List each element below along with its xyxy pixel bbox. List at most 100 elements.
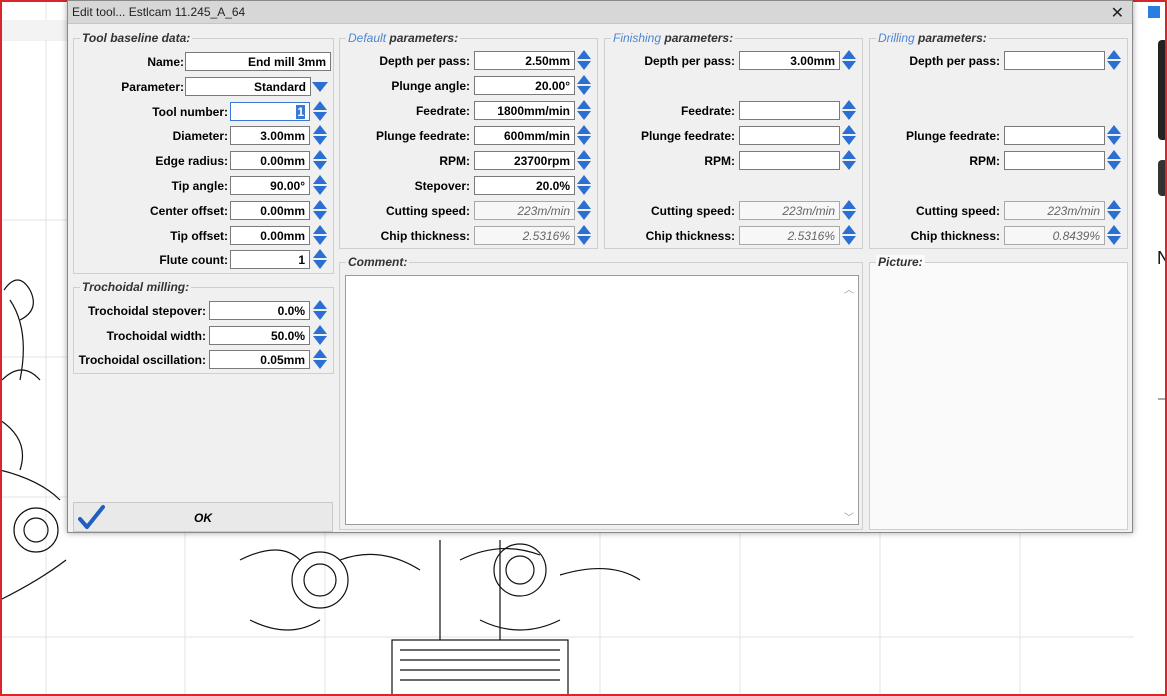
group-legend: Tool baseline data: bbox=[80, 31, 193, 45]
trochoidal-stepover-input[interactable]: 0.0% bbox=[209, 301, 310, 320]
trochoidal-oscillation-spinner[interactable] bbox=[312, 349, 328, 369]
edge-radius-input[interactable]: 0.00mm bbox=[230, 151, 310, 170]
ok-button[interactable]: OK bbox=[73, 502, 333, 532]
default-feedrate-spinner[interactable] bbox=[576, 100, 592, 120]
flute-count-label: Flute count: bbox=[159, 253, 228, 267]
flute-count-spinner[interactable] bbox=[312, 249, 328, 269]
scroll-down-icon[interactable]: ﹀ bbox=[844, 509, 854, 524]
tip-angle-label: Tip angle: bbox=[171, 179, 228, 193]
drilling-chip-spinner[interactable] bbox=[1106, 225, 1122, 245]
default-rpm-input[interactable]: 23700rpm bbox=[474, 151, 575, 170]
trochoidal-width-input[interactable]: 50.0% bbox=[209, 326, 310, 345]
trochoidal-stepover-spinner[interactable] bbox=[312, 300, 328, 320]
trochoidal-width-spinner[interactable] bbox=[312, 325, 328, 345]
center-offset-input[interactable]: 0.00mm bbox=[230, 201, 310, 220]
default-cutting-speed-spinner[interactable] bbox=[576, 200, 592, 220]
edge-radius-label: Edge radius: bbox=[155, 154, 228, 168]
group-legend: Default parameters: bbox=[346, 31, 461, 45]
drilling-plunge-feed-spinner[interactable] bbox=[1106, 125, 1122, 145]
default-depth-input[interactable]: 2.50mm bbox=[474, 51, 575, 70]
default-chip-label: Chip thickness: bbox=[380, 229, 470, 243]
diameter-input[interactable]: 3.00mm bbox=[230, 126, 310, 145]
tip-angle-input[interactable]: 90.00° bbox=[230, 176, 310, 195]
close-icon[interactable]: ✕ bbox=[1111, 3, 1124, 23]
edit-tool-dialog: Edit tool... Estlcam 11.245_A_64 ✕ Tool … bbox=[67, 0, 1133, 533]
drilling-rpm-input[interactable] bbox=[1004, 151, 1105, 170]
drilling-cutting-speed-spinner[interactable] bbox=[1106, 200, 1122, 220]
chevron-down-icon[interactable] bbox=[312, 82, 328, 92]
drilling-depth-spinner[interactable] bbox=[1106, 50, 1122, 70]
drilling-chip-value: 0.8439% bbox=[1004, 226, 1105, 245]
flute-count-input[interactable]: 1 bbox=[230, 250, 310, 269]
trochoidal-oscillation-input[interactable]: 0.05mm bbox=[209, 350, 310, 369]
default-stepover-spinner[interactable] bbox=[576, 175, 592, 195]
default-rpm-spinner[interactable] bbox=[576, 150, 592, 170]
default-depth-spinner[interactable] bbox=[576, 50, 592, 70]
finishing-plunge-feed-label: Plunge feedrate: bbox=[640, 129, 735, 143]
finishing-chip-label: Chip thickness: bbox=[645, 229, 735, 243]
drilling-plunge-feed-input[interactable] bbox=[1004, 126, 1105, 145]
center-offset-spinner[interactable] bbox=[312, 200, 328, 220]
app-icon bbox=[1148, 6, 1160, 18]
drilling-cutting-speed-value: 223m/min bbox=[1004, 201, 1105, 220]
drilling-depth-input[interactable] bbox=[1004, 51, 1105, 70]
default-feedrate-input[interactable]: 1800mm/min bbox=[474, 101, 575, 120]
finishing-rpm-spinner[interactable] bbox=[841, 150, 857, 170]
default-plunge-feed-spinner[interactable] bbox=[576, 125, 592, 145]
tip-offset-label: Tip offset: bbox=[170, 229, 228, 243]
default-feedrate-label: Feedrate: bbox=[415, 104, 470, 118]
legend-accent: Finishing bbox=[613, 31, 662, 45]
comment-group: Comment: ︿ ﹀ bbox=[339, 255, 863, 530]
tip-offset-spinner[interactable] bbox=[312, 225, 328, 245]
finishing-feedrate-input[interactable] bbox=[739, 101, 840, 120]
default-rpm-label: RPM: bbox=[439, 154, 470, 168]
default-plunge-angle-label: Plunge angle: bbox=[391, 79, 470, 93]
right-strip-letter: N bbox=[1157, 248, 1167, 268]
drilling-depth-label: Depth per pass: bbox=[909, 54, 1000, 68]
diameter-label: Diameter: bbox=[172, 129, 228, 143]
ok-label: OK bbox=[194, 511, 212, 525]
drilling-plunge-feed-label: Plunge feedrate: bbox=[905, 129, 1000, 143]
center-offset-label: Center offset: bbox=[149, 204, 228, 218]
finishing-depth-label: Depth per pass: bbox=[644, 54, 735, 68]
group-legend: Picture: bbox=[876, 255, 925, 269]
diameter-spinner[interactable] bbox=[312, 125, 328, 145]
finishing-chip-spinner[interactable] bbox=[841, 225, 857, 245]
finishing-depth-spinner[interactable] bbox=[841, 50, 857, 70]
tool-number-spinner[interactable] bbox=[312, 101, 328, 121]
default-chip-spinner[interactable] bbox=[576, 225, 592, 245]
default-chip-value: 2.5316% bbox=[474, 226, 575, 245]
finishing-feedrate-spinner[interactable] bbox=[841, 100, 857, 120]
default-stepover-input[interactable]: 20.0% bbox=[474, 176, 575, 195]
edge-radius-spinner[interactable] bbox=[312, 150, 328, 170]
tool-number-value: 1 bbox=[296, 105, 305, 119]
tip-offset-input[interactable]: 0.00mm bbox=[230, 226, 310, 245]
dark-panel-edge-2 bbox=[1158, 160, 1167, 196]
tip-angle-spinner[interactable] bbox=[312, 175, 328, 195]
scroll-up-icon[interactable]: ︿ bbox=[844, 281, 854, 296]
comment-textarea[interactable] bbox=[345, 275, 859, 525]
finishing-plunge-feed-input[interactable] bbox=[739, 126, 840, 145]
default-cutting-speed-label: Cutting speed: bbox=[386, 204, 470, 218]
tool-number-input[interactable]: 1 bbox=[230, 102, 310, 121]
finishing-rpm-label: RPM: bbox=[704, 154, 735, 168]
parameter-select[interactable]: Standard bbox=[185, 77, 311, 96]
drilling-cutting-speed-label: Cutting speed: bbox=[916, 204, 1000, 218]
legend-accent: Default bbox=[348, 31, 387, 45]
default-depth-label: Depth per pass: bbox=[379, 54, 470, 68]
finishing-cutting-speed-label: Cutting speed: bbox=[651, 204, 735, 218]
name-input[interactable]: End mill 3mm bbox=[185, 52, 331, 71]
default-plunge-angle-input[interactable]: 20.00° bbox=[474, 76, 575, 95]
legend-accent: Drilling bbox=[878, 31, 915, 45]
default-plunge-angle-spinner[interactable] bbox=[576, 75, 592, 95]
finishing-plunge-feed-spinner[interactable] bbox=[841, 125, 857, 145]
finishing-feedrate-label: Feedrate: bbox=[680, 104, 735, 118]
parameter-label: Parameter: bbox=[121, 80, 184, 94]
default-plunge-feed-input[interactable]: 600mm/min bbox=[474, 126, 575, 145]
finishing-depth-input[interactable]: 3.00mm bbox=[739, 51, 840, 70]
drilling-rpm-spinner[interactable] bbox=[1106, 150, 1122, 170]
finishing-cutting-speed-value: 223m/min bbox=[739, 201, 840, 220]
finishing-rpm-input[interactable] bbox=[739, 151, 840, 170]
finishing-cutting-speed-spinner[interactable] bbox=[841, 200, 857, 220]
finishing-parameters-group: Finishing parameters: Depth per pass: 3.… bbox=[604, 31, 863, 249]
